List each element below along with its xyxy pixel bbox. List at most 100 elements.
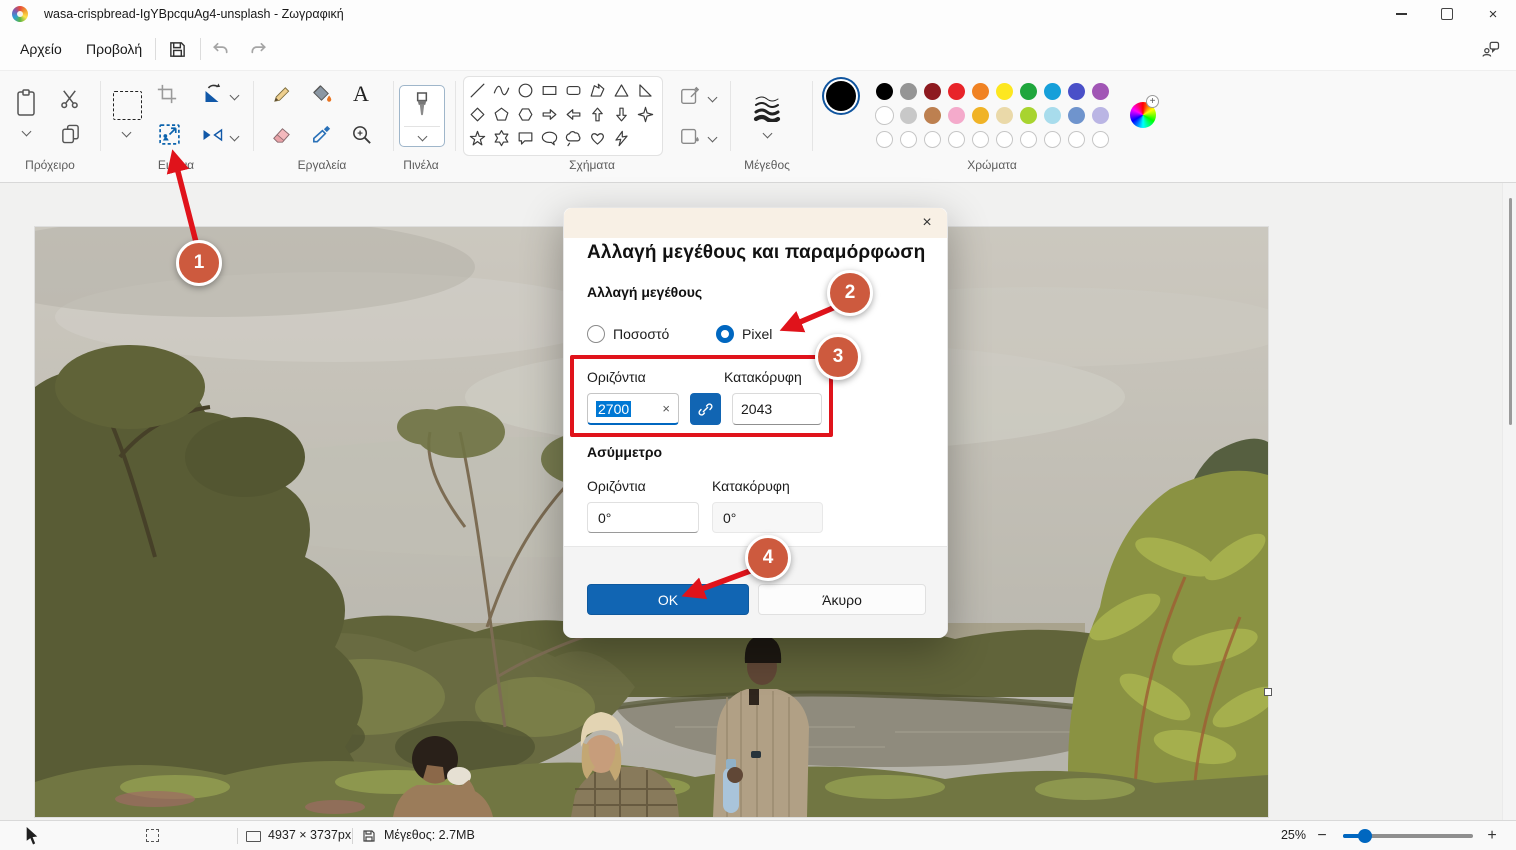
palette-color[interactable] [1040,103,1064,127]
color-picker-tool-button[interactable] [308,121,334,147]
undo-button[interactable] [208,37,232,61]
shape-diamond[interactable] [465,102,489,126]
rotate-dropdown[interactable] [228,90,240,100]
palette-color[interactable] [896,103,920,127]
palette-color[interactable] [1016,103,1040,127]
shape-pentagon[interactable] [489,102,513,126]
palette-empty-slot[interactable] [944,127,968,151]
radio-pixel-label[interactable]: Pixel [742,326,772,342]
shape-outline-button[interactable] [677,83,703,109]
palette-color[interactable] [920,79,944,103]
scrollbar-thumb[interactable] [1509,198,1512,425]
shape-right-triangle[interactable] [633,78,657,102]
shape-hexagon[interactable] [513,102,537,126]
skew-horizontal-input[interactable]: 0° [587,502,699,533]
shape-polygon[interactable] [585,78,609,102]
shape-callout-oval[interactable] [537,126,561,150]
palette-empty-slot[interactable] [1040,127,1064,151]
fill-tool-button[interactable] [308,81,334,107]
crop-button[interactable] [154,81,180,107]
palette-color[interactable] [1064,103,1088,127]
palette-empty-slot[interactable] [1064,127,1088,151]
palette-color[interactable] [896,79,920,103]
zoom-slider-knob[interactable] [1358,829,1372,843]
feedback-button[interactable] [1478,36,1504,62]
maximize-button[interactable] [1424,0,1470,28]
save-button[interactable] [164,36,190,62]
shape-fill-dropdown[interactable] [706,132,718,142]
paste-button[interactable] [12,87,40,119]
palette-empty-slot[interactable] [1088,127,1112,151]
dialog-close-button[interactable]: × [915,212,939,234]
flip-button[interactable] [198,122,226,148]
palette-color[interactable] [1088,103,1112,127]
radio-pixel[interactable] [716,325,734,343]
shape-rounded-rectangle[interactable] [561,78,585,102]
shape-heart[interactable] [585,126,609,150]
shape-star-6[interactable] [489,126,513,150]
rotate-button[interactable] [198,81,226,107]
shape-callout-rect[interactable] [513,126,537,150]
redo-button[interactable] [246,37,270,61]
palette-color[interactable] [968,103,992,127]
shape-lightning[interactable] [609,126,633,150]
palette-color[interactable] [1088,79,1112,103]
palette-color[interactable] [920,103,944,127]
palette-color[interactable] [1016,79,1040,103]
shape-star-5[interactable] [465,126,489,150]
radio-percent[interactable] [587,325,605,343]
zoom-in-button[interactable]: + [1480,824,1504,848]
brushes-button[interactable] [399,85,445,147]
palette-empty-slot[interactable] [1016,127,1040,151]
cut-button[interactable] [56,85,82,111]
eraser-tool-button[interactable] [268,121,294,147]
ok-button[interactable]: OK [587,584,749,615]
shape-fill-button[interactable] [677,123,703,149]
shape-arrow-down[interactable] [609,102,633,126]
close-button[interactable]: × [1470,0,1516,28]
brushes-dropdown[interactable] [416,131,428,141]
palette-empty-slot[interactable] [968,127,992,151]
minimize-button[interactable] [1378,0,1424,28]
stroke-size-button[interactable] [752,93,782,123]
radio-percent-label[interactable]: Ποσοστό [613,326,669,342]
skew-vertical-input[interactable]: 0° [712,502,823,533]
shape-arrow-right[interactable] [537,102,561,126]
shape-star-4[interactable] [633,102,657,126]
pencil-tool-button[interactable] [268,81,294,107]
text-tool-button[interactable]: A [348,81,374,107]
palette-color[interactable] [1040,79,1064,103]
canvas-resize-handle[interactable] [1264,688,1272,696]
cancel-button[interactable]: Άκυρο [758,584,926,615]
menu-file[interactable]: Αρχείο [8,34,74,64]
color1-swatch[interactable] [826,81,856,111]
magnifier-tool-button[interactable] [348,121,374,147]
palette-empty-slot[interactable] [992,127,1016,151]
palette-empty-slot[interactable] [896,127,920,151]
stroke-size-dropdown[interactable] [761,128,773,138]
shape-arrow-left[interactable] [561,102,585,126]
flip-dropdown[interactable] [228,131,240,141]
palette-color[interactable] [1064,79,1088,103]
select-dropdown[interactable] [120,127,132,137]
palette-empty-slot[interactable] [872,127,896,151]
palette-empty-slot[interactable] [920,127,944,151]
palette-color[interactable] [992,103,1016,127]
zoom-out-button[interactable]: − [1310,824,1334,848]
resize-button[interactable] [155,120,183,148]
palette-color[interactable] [968,79,992,103]
shape-outline-dropdown[interactable] [706,92,718,102]
shape-ellipse[interactable] [513,78,537,102]
shape-arrow-up[interactable] [585,102,609,126]
shape-triangle[interactable] [609,78,633,102]
paste-dropdown[interactable] [20,126,32,136]
select-tool-button[interactable] [113,91,142,120]
palette-color[interactable] [872,79,896,103]
shape-curve[interactable] [489,78,513,102]
palette-color[interactable] [872,103,896,127]
shape-rectangle[interactable] [537,78,561,102]
palette-color[interactable] [944,79,968,103]
menu-view[interactable]: Προβολή [74,34,154,64]
vertical-scrollbar[interactable] [1502,183,1516,820]
shape-callout-cloud[interactable] [561,126,585,150]
